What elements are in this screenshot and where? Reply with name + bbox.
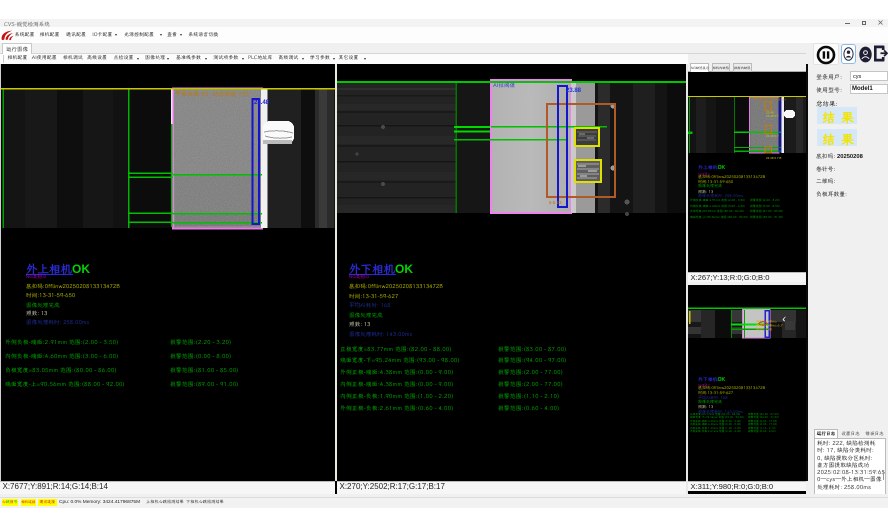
svg-text:23.48 6.7 B: 23.48 6.7 B (766, 156, 781, 160)
svg-text:耗时23.48: 耗时23.48 (756, 326, 772, 331)
svg-text:23.48 6.7: 23.48 6.7 (766, 114, 779, 118)
svg-text:23.48 6.7: 23.48 6.7 (766, 134, 779, 138)
svg-text:平面阈值:93, 动态阈值:100: 平面阈值:93, 动态阈值:100 (754, 98, 786, 102)
